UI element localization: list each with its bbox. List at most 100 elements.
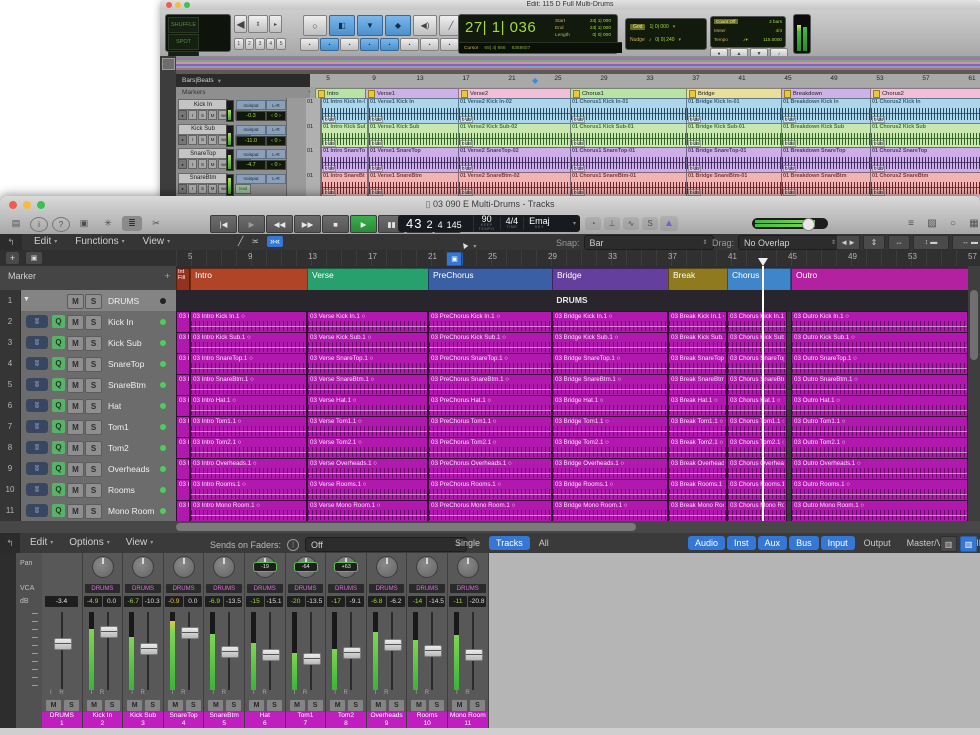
horizontal-zoom-slider[interactable]: ↔ ▬	[952, 235, 980, 250]
channel-strip-tom2[interactable]: +63DRUMS-17-9.1I RMSTom28	[326, 553, 367, 728]
mixer-filter-inst[interactable]: Inst	[727, 536, 756, 550]
channel-strip-hat[interactable]: -19DRUMS-15-15.1I RMSHat6	[245, 553, 286, 728]
pt-ruler-label[interactable]: Bars|Beats▾	[176, 74, 316, 88]
track-header-kick-sub[interactable]: 3ʬQMSKick Sub	[0, 332, 176, 354]
pt-output-selector[interactable]: L-R	[266, 174, 286, 184]
channel-strip-kick-sub[interactable]: DRUMS-6.7-10.3I RMSKick Sub3	[123, 553, 164, 728]
lcd-tempo[interactable]: 90 KEEP TEMPO	[473, 215, 500, 232]
track-zoom-icon[interactable]: ▣	[26, 252, 42, 264]
note-pads-icon[interactable]: ▨	[924, 216, 940, 231]
volume-fader[interactable]	[262, 649, 280, 661]
track-header-drums[interactable]: 1▼MSDRUMS	[0, 290, 176, 312]
mixer-menu-options[interactable]: Options▾	[69, 537, 109, 548]
pt-s-button[interactable]: S	[198, 110, 207, 120]
record-enable-icon[interactable]: ●	[178, 135, 187, 145]
wide-strips-icon[interactable]: ▥	[960, 536, 977, 552]
pt-output-selector[interactable]: L-R	[266, 100, 286, 110]
drag-control[interactable]: Drag: No Overlap⇕	[712, 235, 842, 250]
zoom-waveform-icon[interactable]: ⇕	[248, 15, 268, 33]
pt-i-button[interactable]: I	[188, 110, 197, 120]
solo-button[interactable]: S	[347, 699, 364, 712]
track-header-hat[interactable]: 6ʬQMSHat	[0, 395, 176, 417]
pt-edit-option-icon[interactable]: ▪	[340, 38, 359, 51]
region-prechorus-tom2[interactable]: 03 PreChorus Tom2.1 ○	[428, 437, 552, 459]
channel-strip-tom1[interactable]: -64DRUMS-20-13.5I RMSTom17	[286, 553, 327, 728]
pan-knob[interactable]	[213, 556, 235, 578]
arrangement-section-intro[interactable]: Intro	[190, 268, 311, 292]
pt-grid-cursor-icon[interactable]: ◆	[532, 76, 538, 85]
solo-button[interactable]: S	[266, 699, 283, 712]
snap-control[interactable]: Snap: Bar⇕	[556, 235, 714, 250]
pt-s-button[interactable]: S	[198, 159, 207, 169]
pt-track-name[interactable]: SnareTop	[178, 148, 228, 159]
region-intro-tom2[interactable]: 03 Intro Tom2.1 ○	[190, 437, 307, 459]
quantize-button[interactable]: Q	[52, 315, 65, 328]
pt-edit-option-icon[interactable]: ▪	[420, 38, 439, 51]
solo-button[interactable]: S	[85, 420, 102, 435]
input-monitor-record-buttons[interactable]: I R	[375, 690, 392, 696]
arrangement-section-int-fill[interactable]: Int Fill	[176, 268, 190, 291]
audio-waveform-icon[interactable]: ʬ	[26, 399, 48, 412]
mute-button[interactable]: M	[410, 699, 427, 712]
arrangement-section-verse[interactable]: Verse	[307, 268, 432, 292]
mute-button[interactable]: M	[67, 462, 84, 477]
pt-region[interactable]: 01 Breakdown Kick In0 dB	[781, 98, 871, 125]
region-break-kick-in[interactable]: 03 Break Kick In.1 ○	[668, 311, 727, 333]
quantize-button[interactable]: Q	[52, 441, 65, 454]
mute-button[interactable]: M	[67, 504, 84, 519]
volume-fader[interactable]	[140, 643, 158, 655]
count-in-icon[interactable]: ◔	[585, 217, 601, 230]
region-verse-kick-in[interactable]: 03 Verse Kick In.1 ○	[307, 311, 428, 333]
pt-region[interactable]: 01 Bridge Kick Sub-010 dB	[686, 123, 782, 150]
channel-strip-mono-room[interactable]: DRUMS-11-20.8I RMSMono Room11	[448, 553, 489, 728]
toolbars-icon[interactable]: ▤	[6, 216, 26, 231]
region-prechorus-rooms[interactable]: 03 PreChorus Rooms.1 ○	[428, 479, 552, 501]
solo-button[interactable]: S	[85, 336, 102, 351]
mixer-filter-all[interactable]: All	[532, 536, 556, 550]
vca-assignment[interactable]: DRUMS	[85, 584, 121, 593]
mixer-menu-view[interactable]: View▾	[126, 537, 154, 548]
inspector-icon[interactable]: i	[30, 217, 48, 232]
region-break-mono-room[interactable]: 03 Break Mono Room.1 ○	[668, 500, 727, 522]
strip-name-plate[interactable]: SnareBtm5	[204, 712, 244, 728]
region-outro-tom2[interactable]: 03 Outro Tom2.1 ○	[791, 437, 968, 459]
pt-region[interactable]: 01 Chorus1 SnareBtm-010 dB	[570, 172, 687, 197]
horizontal-auto-zoom-icon[interactable]: ⇔	[888, 235, 910, 250]
snap-select[interactable]: Bar⇕	[584, 235, 714, 250]
audio-waveform-icon[interactable]: ʬ	[26, 462, 48, 475]
region-intro-hat[interactable]: 03 Intro Hat.1 ○	[190, 395, 307, 417]
pan-knob[interactable]	[92, 556, 114, 578]
pt-pan-value[interactable]: ‹ 0 ›	[266, 160, 286, 170]
solo-button[interactable]: S	[104, 699, 121, 712]
region-outro-overheads[interactable]: 03 Outro Overheads.1 ○	[791, 458, 968, 480]
audio-waveform-icon[interactable]: ʬ	[26, 441, 48, 454]
editors-icon[interactable]: ✂	[146, 216, 166, 231]
pt-m-button[interactable]: M	[208, 135, 217, 145]
smart-controls-icon[interactable]: ✳	[98, 216, 118, 231]
scrubber-tool-icon[interactable]: ◀)	[413, 15, 437, 36]
mute-button[interactable]: M	[67, 336, 84, 351]
quick-help-icon[interactable]: ?	[52, 217, 70, 232]
pt-rail-box[interactable]	[162, 58, 175, 70]
solo-button[interactable]: S	[85, 294, 102, 309]
track-header-mono-room[interactable]: 11ʬQMSMono Room	[0, 500, 176, 522]
mute-button[interactable]: M	[67, 294, 84, 309]
channel-strip-rooms[interactable]: DRUMS-14-14.5I RMSRooms10	[407, 553, 448, 728]
region-verse-mono-room[interactable]: 03 Verse Mono Room.1 ○	[307, 500, 428, 522]
pt-bars-ruler[interactable]: 5913172125293337414549535761◆	[310, 74, 980, 88]
volume-fader[interactable]	[303, 653, 321, 665]
pt-region[interactable]: 01 Chorus1 SnareTop-010 dB	[570, 147, 687, 174]
list-editors-icon[interactable]: ≡	[903, 216, 919, 231]
region-prechorus-mono-room[interactable]: 03 PreChorus Mono Room.1 ○	[428, 500, 552, 522]
lcd-beat[interactable]: 2	[426, 220, 433, 231]
quantize-button[interactable]: Q	[52, 336, 65, 349]
pt-region[interactable]: 01 Chorus1 Kick In-010 dB	[570, 98, 687, 125]
region-fill[interactable]: 03 I	[176, 395, 190, 417]
input-monitor-record-buttons[interactable]: I R	[334, 690, 351, 696]
region-outro-tom1[interactable]: 03 Outro Tom1.1 ○	[791, 416, 968, 438]
channel-strip-drums[interactable]: -3.4I RMSDRUMS1	[42, 553, 83, 728]
vertical-auto-zoom-icon[interactable]: ⇕	[863, 235, 885, 250]
pt-end-value[interactable]: 24| 1| 000	[577, 25, 611, 32]
region-bridge-hat[interactable]: 03 Bridge Hat.1 ○	[552, 395, 668, 417]
strip-name-plate[interactable]: SnareTop4	[164, 712, 204, 728]
